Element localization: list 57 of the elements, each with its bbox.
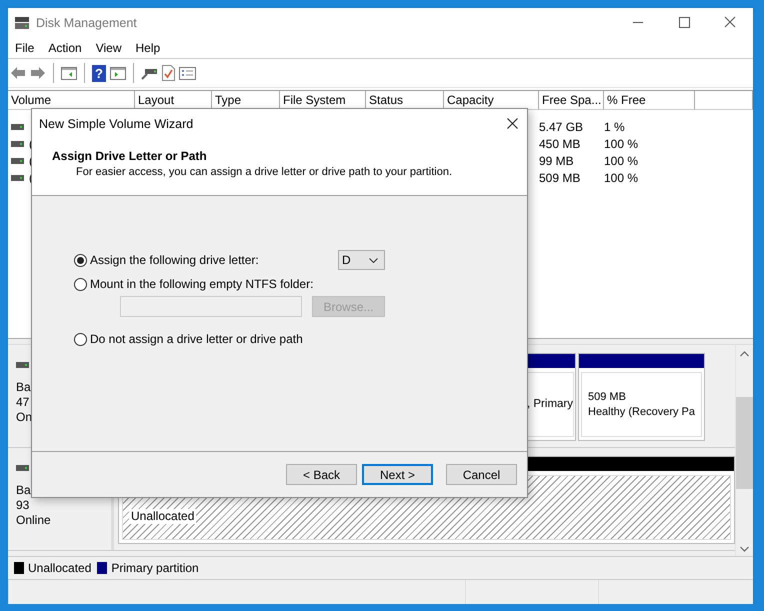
legend-label: Primary partition [111, 561, 199, 575]
menu-item[interactable]: Help [128, 40, 168, 54]
close-icon[interactable] [507, 118, 518, 129]
disk-info-text: 93 [16, 498, 30, 513]
window-title: Disk Management [36, 16, 137, 30]
checklist-document-icon[interactable] [162, 65, 175, 81]
back-arrow-icon[interactable] [10, 66, 26, 80]
table-cell: 100 % [604, 170, 638, 184]
partition-text: 509 MB [588, 390, 627, 404]
scroll-up-icon[interactable] [740, 351, 749, 357]
drive-key-icon[interactable] [141, 66, 158, 80]
table-cell: 1 % [604, 120, 625, 134]
wizard-button[interactable]: Next > [362, 464, 433, 485]
properties-list-icon[interactable] [179, 66, 196, 80]
scrollbar-thumb[interactable] [736, 397, 753, 489]
table-cell: 450 MB [539, 136, 580, 150]
disk-info-text: Ba [16, 380, 32, 395]
chevron-down-icon [369, 258, 378, 262]
dialog-title: New Simple Volume Wizard [39, 116, 194, 130]
drive-icon [11, 174, 24, 180]
column-header[interactable]: % Free [604, 91, 695, 110]
menu-item[interactable]: Action [41, 40, 89, 54]
menu-item[interactable]: View [88, 40, 128, 54]
console-tree-icon[interactable] [61, 66, 77, 80]
disk-app-icon [14, 16, 30, 30]
table-cell: 509 MB [539, 170, 580, 184]
column-header[interactable]: Volume [8, 91, 135, 110]
wizard-heading: Assign Drive Letter or Path [52, 149, 208, 163]
table-cell: 99 MB [539, 154, 574, 168]
scroll-down-icon[interactable] [740, 546, 749, 552]
radio-button[interactable] [74, 254, 87, 266]
partition-text: Healthy (Recovery Pa [588, 404, 696, 420]
option-label[interactable]: Assign the following drive letter: [90, 253, 259, 267]
partition-text: Unallocated [129, 509, 196, 524]
forward-arrow-icon[interactable] [30, 66, 46, 80]
drive-icon [11, 124, 24, 130]
help-icon[interactable]: ? [92, 64, 106, 82]
table-cell: 5.47 GB [539, 120, 584, 134]
wizard-subtitle: For easier access, you can assign a drive letter or drive path to your partition. [76, 166, 454, 178]
table-cell: 100 % [604, 154, 638, 168]
legend-label: Unallocated [28, 561, 92, 575]
menu-item[interactable]: File [8, 40, 42, 54]
disk-info-text: Online [16, 513, 52, 528]
disk-info-text: Ba [16, 483, 32, 498]
wizard-button[interactable]: < Back [286, 464, 357, 485]
option-label[interactable]: Do not assign a drive letter or drive path [90, 332, 303, 346]
action-pane-icon[interactable] [110, 66, 126, 80]
table-cell: 100 % [604, 136, 638, 150]
drive-letter-dropdown[interactable]: D [338, 250, 385, 270]
drive-icon [11, 140, 24, 146]
partition-text: , Primary [527, 397, 573, 412]
drive-icon [11, 158, 24, 164]
radio-button[interactable] [74, 332, 87, 346]
partition-block[interactable]: 509 MB Healthy (Recovery Pa [578, 353, 705, 441]
disk-info-text: 47 [16, 395, 30, 410]
column-header[interactable]: Free Spa... [539, 91, 604, 110]
wizard-button[interactable]: Cancel [446, 464, 517, 485]
